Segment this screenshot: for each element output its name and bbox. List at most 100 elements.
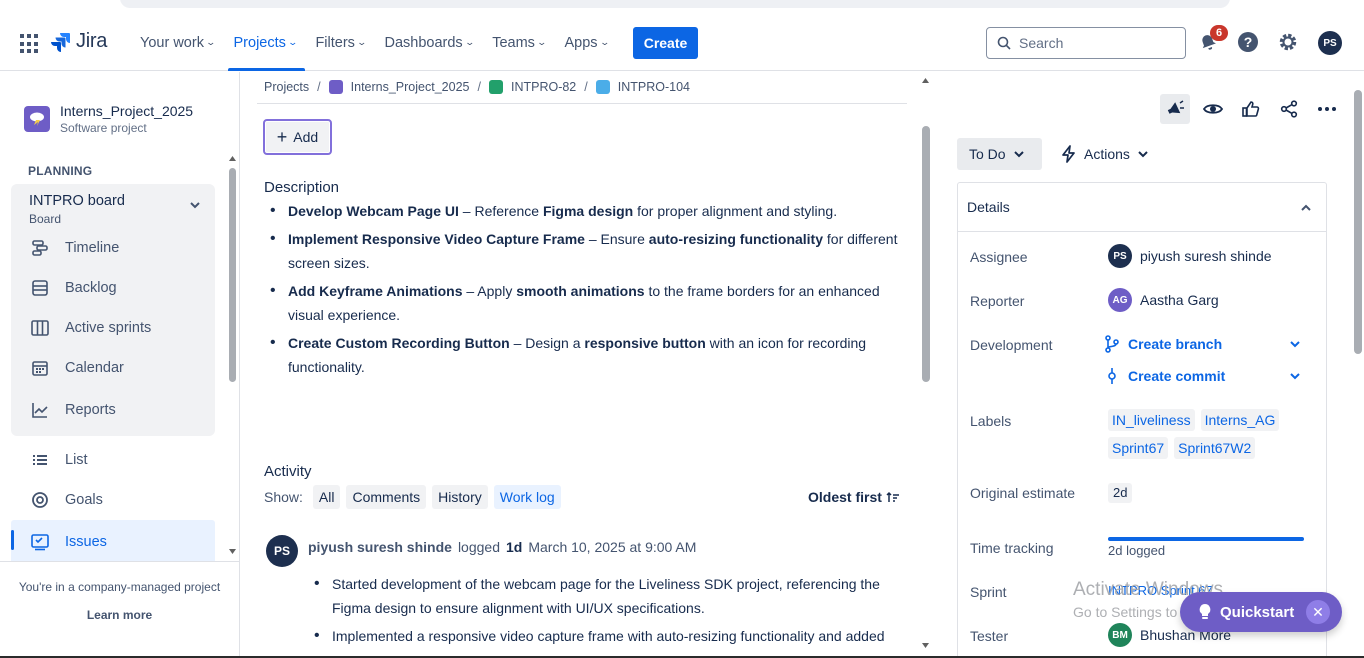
sidebar-item-list[interactable]: List [30,450,88,470]
filter-comments[interactable]: Comments [346,485,427,509]
like-icon[interactable] [1236,94,1266,124]
sidebar-item-goals[interactable]: Goals [30,490,103,510]
nav-teams[interactable]: Teams ⌄ [492,14,554,71]
sidebar-item-active-sprints[interactable]: Active sprints [30,318,151,338]
app-switcher-icon[interactable] [20,34,40,54]
jira-logo-text: Jira [76,30,108,52]
actions-dropdown[interactable]: Actions [1062,138,1148,170]
worklog-date: March 10, 2025 at 9:00 AM [528,539,697,555]
scroll-up-arrow-icon[interactable] [921,76,930,84]
assignee-field[interactable]: PS piyush suresh shinde [1108,244,1272,268]
create-commit-link[interactable]: Create commit [1104,367,1300,385]
sidebar-item-reports[interactable]: Reports [30,400,116,420]
create-commit-label: Create commit [1128,368,1226,384]
details-scrollbar[interactable] [1354,90,1362,354]
avatar: AG [1108,288,1132,312]
status-label: To Do [969,146,1006,162]
user-avatar[interactable]: PS [1318,31,1342,55]
chevron-down-icon[interactable] [1290,340,1300,348]
label-chip[interactable]: IN_liveliness [1108,409,1195,431]
breadcrumb-projects[interactable]: Projects [264,80,309,94]
chevron-up-icon[interactable] [1300,200,1312,216]
worklog-action: logged [457,539,500,555]
create-branch-link[interactable]: Create branch [1104,335,1300,353]
description-content[interactable]: Develop Webcam Page UI – Reference Figma… [264,199,904,383]
watch-eye-icon[interactable] [1198,94,1228,124]
worklog-duration: 1d [505,539,523,555]
filter-all[interactable]: All [312,485,341,509]
issues-icon [30,532,50,552]
sidebar-item-label: Timeline [65,240,120,256]
sidebar-item-label: Issues [65,534,107,550]
lightbulb-icon [1199,604,1211,619]
original-estimate-field[interactable]: 2d [1108,483,1133,503]
activity-heading: Activity [264,463,312,480]
nav-filters[interactable]: Filters ⌄ [315,14,374,71]
settings-gear-icon[interactable] [1276,30,1300,54]
sort-button[interactable]: Oldest first [808,489,900,505]
add-button[interactable]: + Add [263,119,332,155]
development-label: Development [970,337,1053,353]
label-chip[interactable]: Interns_AG [1200,409,1280,431]
address-bar[interactable] [120,0,1230,8]
reporter-name: Aastha Garg [1140,292,1219,308]
chevron-down-icon[interactable] [189,198,201,214]
sidebar-item-calendar[interactable]: Calendar [30,358,124,378]
close-icon[interactable]: ✕ [1306,600,1330,624]
filter-history[interactable]: History [432,485,488,509]
label-chip[interactable]: Sprint67W2 [1174,437,1256,459]
sprint-label: Sprint [970,584,1007,600]
scroll-down-arrow-icon[interactable] [921,642,930,650]
breadcrumb: Projects / Interns_Project_2025 / INTPRO… [264,80,690,94]
estimate-value: 2d [1108,483,1133,503]
nav-projects[interactable]: Projects ⌄ [227,14,306,71]
nav-apps[interactable]: Apps ⌄ [564,14,617,71]
details-header[interactable]: Details [958,183,1326,232]
more-options-icon[interactable] [1312,94,1342,124]
filter-work-log[interactable]: Work log [493,485,561,509]
issue-details-panel: To Do Actions Details Assignee PS piyush… [936,72,1364,658]
nav-dashboards[interactable]: Dashboards ⌄ [384,14,482,71]
quickstart-button[interactable]: Quickstart ✕ [1180,592,1342,632]
scroll-up-arrow-icon[interactable] [228,154,237,162]
learn-more-link[interactable]: Learn more [0,608,239,622]
description-item: Develop Webcam Page UI – Reference Figma… [264,199,904,223]
time-logged-value: 2d logged [1108,543,1166,558]
label-chip[interactable]: Sprint67 [1108,437,1169,459]
backlog-icon [30,278,50,298]
breadcrumb-project[interactable]: Interns_Project_2025 [351,80,470,94]
labels-label: Labels [970,413,1012,429]
subtask-icon [595,80,610,94]
announcement-icon[interactable] [1160,94,1190,124]
nav-your-work[interactable]: Your work ⌄ [140,14,224,71]
chevron-down-icon[interactable] [1290,372,1300,380]
status-dropdown[interactable]: To Do [957,138,1042,170]
nav-label: Teams [492,34,535,51]
board-title[interactable]: INTPRO board [29,193,125,209]
sidebar-scrollbar[interactable] [229,168,236,382]
scroll-down-arrow-icon[interactable] [228,548,237,556]
time-tracking-bar[interactable] [1108,537,1304,541]
labels-field: IN_liveliness Interns_AG [1108,409,1308,431]
actions-label: Actions [1084,146,1130,162]
reporter-field[interactable]: AG Aastha Garg [1108,288,1219,312]
project-avatar-icon [328,80,343,94]
avatar[interactable]: PS [266,535,298,567]
avatar: BM [1108,623,1132,647]
sidebar-item-issues[interactable]: Issues [30,532,107,552]
sidebar-item-backlog[interactable]: Backlog [30,278,117,298]
search-input[interactable] [1019,35,1169,51]
create-button[interactable]: Create [633,27,698,59]
sidebar-item-timeline[interactable]: Timeline [30,238,119,258]
labels-field-row2: Sprint67 Sprint67W2 [1108,437,1308,459]
breadcrumb-parent-issue[interactable]: INTPRO-82 [511,80,576,94]
worklog-author[interactable]: piyush suresh shinde [308,539,452,555]
browser-strip [0,0,1364,12]
search-box[interactable] [986,27,1186,59]
jira-logo[interactable]: Jira [50,30,107,53]
project-header[interactable]: Interns_Project_2025 Software project [24,103,193,135]
main-scrollbar[interactable] [922,126,930,382]
help-icon[interactable]: ? [1236,30,1260,54]
share-icon[interactable] [1274,94,1304,124]
breadcrumb-issue[interactable]: INTPRO-104 [618,80,690,94]
